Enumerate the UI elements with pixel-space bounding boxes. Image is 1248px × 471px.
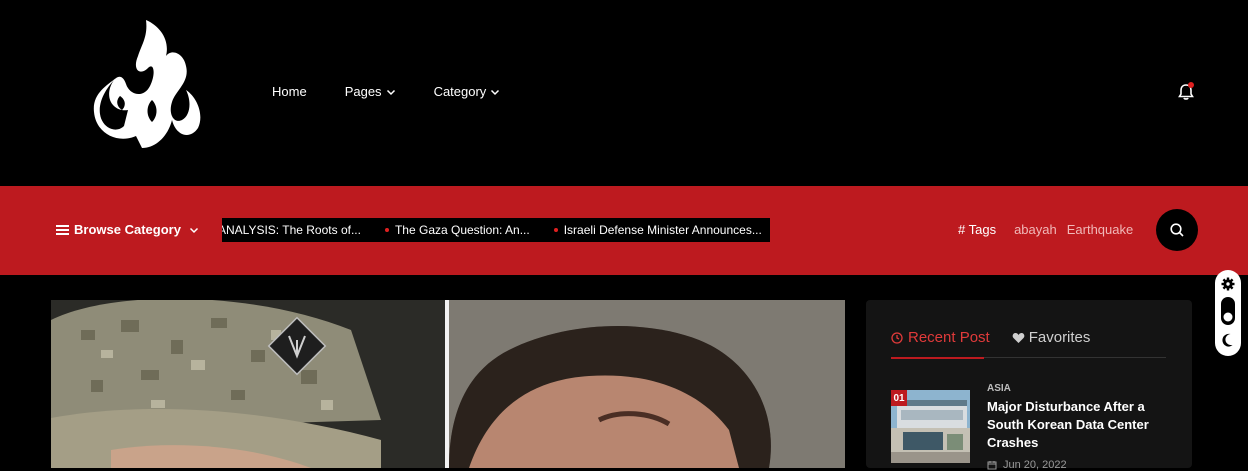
chevron-down-icon — [386, 89, 395, 95]
chevron-down-icon — [491, 89, 500, 95]
gear-icon[interactable] — [1220, 276, 1236, 292]
hero-photo-left — [51, 300, 445, 468]
post-title-link[interactable]: Major Disturbance After a South Korean D… — [987, 398, 1157, 452]
browse-category-label: Browse Category — [74, 222, 181, 237]
tab-recent-post-label: Recent Post — [908, 329, 990, 346]
search-icon — [1170, 223, 1184, 237]
ticker-item[interactable]: Israeli Defense Minister Announces... — [553, 223, 762, 237]
browse-category-button[interactable]: Browse Category — [56, 222, 199, 237]
menu-icon — [56, 224, 69, 235]
active-tab-indicator — [891, 357, 984, 359]
post-date-text: Jun 20, 2022 — [1003, 459, 1067, 471]
portrait-illustration — [449, 300, 845, 468]
nav-home[interactable]: Home — [272, 84, 307, 99]
clock-icon — [891, 331, 903, 344]
ticker-item-text: Israeli Defense Minister Announces... — [563, 223, 762, 237]
hero-photo-right — [449, 300, 845, 468]
nav-home-label: Home — [272, 84, 307, 99]
bullet-dot — [384, 228, 389, 232]
featured-image[interactable] — [51, 300, 845, 468]
heart-icon — [1012, 332, 1025, 343]
post-rank-badge: 01 — [891, 390, 907, 406]
tag-link[interactable]: abayah — [1014, 222, 1057, 237]
nav-pages-label: Pages — [344, 84, 382, 99]
main-nav: Home Pages Category — [272, 84, 500, 99]
notification-dot — [1188, 82, 1194, 88]
camouflage-cap-illustration — [51, 300, 445, 468]
tab-favorites[interactable]: Favorites — [1012, 329, 1091, 346]
moon-icon[interactable] — [1220, 332, 1236, 348]
tags-label: # Tags — [958, 222, 997, 237]
ticker-track: ANALYSIS: The Roots of... The Gaza Quest… — [222, 218, 770, 242]
ticker-item-text: The Gaza Question: An... — [394, 223, 530, 237]
news-ticker: ANALYSIS: The Roots of... The Gaza Quest… — [222, 218, 770, 242]
post-date: Jun 20, 2022 — [987, 459, 1067, 471]
calendar-icon — [987, 461, 997, 470]
tag-link[interactable]: Earthquake — [1067, 222, 1134, 237]
theme-controls — [1215, 270, 1241, 356]
ticker-item-text: ANALYSIS: The Roots of... — [222, 223, 361, 237]
tags-bar: # Tags abayah Earthquake — [958, 222, 1143, 237]
site-logo[interactable] — [86, 16, 204, 152]
sidebar-tabs: Recent Post Favorites — [891, 329, 1090, 346]
nav-category[interactable]: Category — [434, 84, 501, 99]
ticker-item[interactable]: The Gaza Question: An... — [384, 223, 530, 237]
tab-recent-post[interactable]: Recent Post — [891, 329, 990, 346]
theme-toggle[interactable] — [1220, 296, 1236, 326]
nav-category-label: Category — [433, 84, 487, 99]
post-category[interactable]: ASIA — [987, 383, 1011, 394]
search-button[interactable] — [1156, 209, 1198, 251]
nav-pages[interactable]: Pages — [345, 84, 396, 99]
ticker-item[interactable]: ANALYSIS: The Roots of... — [222, 223, 361, 237]
bullet-dot — [553, 228, 558, 232]
chevron-down-icon — [189, 227, 198, 233]
tab-favorites-label: Favorites — [1028, 329, 1091, 346]
